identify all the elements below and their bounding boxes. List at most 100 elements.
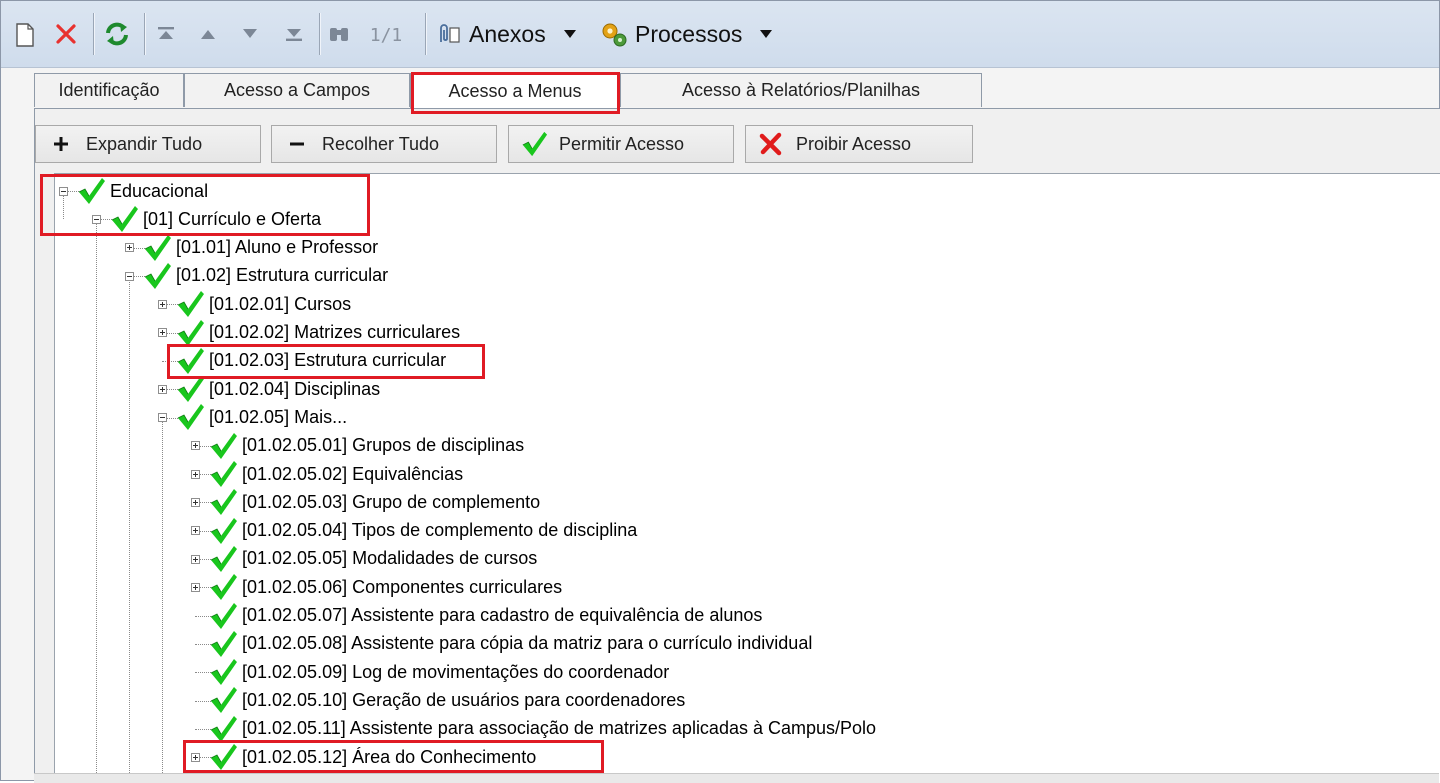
expand-node-icon[interactable] <box>191 554 200 564</box>
collapse-node-icon[interactable] <box>125 271 134 281</box>
plus-icon <box>36 136 86 152</box>
green-check-icon[interactable] <box>142 262 172 290</box>
processes-menu-button[interactable]: Processos <box>599 18 779 50</box>
tree-node[interactable]: [01.02.05.02] Equivalências <box>208 460 463 488</box>
menu-access-panel: Expandir Tudo Recolher Tudo Permitir Ace… <box>34 109 1440 783</box>
tree-connector-line <box>129 276 130 783</box>
tree-node-label: Educacional <box>110 180 209 201</box>
green-check-icon[interactable] <box>175 347 205 375</box>
tab-acesso-campos[interactable]: Acesso a Campos <box>184 73 410 107</box>
deny-access-label: Proibir Acesso <box>796 133 912 154</box>
tree-node-label: [01.02.05.12] Área do Conhecimento <box>242 746 537 767</box>
tree-node-label: [01] Currículo e Oferta <box>143 208 322 229</box>
tree-node-label: [01.02.01] Cursos <box>209 293 352 314</box>
allow-access-button[interactable]: Permitir Acesso <box>508 125 734 163</box>
tree-node[interactable]: [01.02.05.10] Geração de usuários para c… <box>208 686 685 714</box>
allow-access-label: Permitir Acesso <box>559 133 685 154</box>
attachments-label: Anexos <box>469 20 546 47</box>
tree-node-label: [01.02.05.02] Equivalências <box>242 463 464 484</box>
green-check-icon[interactable] <box>175 319 205 347</box>
green-check-icon[interactable] <box>175 290 205 318</box>
tree-node[interactable]: [01.02.05.04] Tipos de complemento de di… <box>208 517 637 545</box>
tree-node-label: [01.02.05.11] Assistente para associação… <box>242 718 877 739</box>
green-check-icon[interactable] <box>208 715 238 743</box>
tree-node[interactable]: [01.02.05.01] Grupos de disciplinas <box>208 432 524 460</box>
expand-node-icon[interactable] <box>158 328 167 338</box>
tree-node[interactable]: [01.02.05.11] Assistente para associação… <box>208 715 876 743</box>
green-check-icon[interactable] <box>109 205 139 233</box>
expand-node-icon[interactable] <box>191 582 200 592</box>
tree-node[interactable]: [01.02.05.09] Log de movimentações do co… <box>208 658 669 686</box>
tree-node-label: [01.02.03] Estrutura curricular <box>209 350 447 371</box>
collapse-node-icon[interactable] <box>158 413 167 423</box>
tree-node[interactable]: [01.02.01] Cursos <box>175 290 351 318</box>
tree-node-label: [01.02.05.07] Assistente para cadastro d… <box>242 605 763 625</box>
attachments-menu-button[interactable]: Anexos <box>435 18 595 50</box>
expand-node-icon[interactable] <box>191 497 200 507</box>
binoculars-icon[interactable] <box>324 21 354 47</box>
gears-icon <box>599 20 629 48</box>
green-check-icon[interactable] <box>208 658 238 686</box>
tab-identificacao[interactable]: Identificação <box>34 73 184 107</box>
tree-node[interactable]: [01.02.05.07] Assistente para cadastro d… <box>208 602 762 630</box>
tree-node[interactable]: Educacional <box>76 177 208 205</box>
green-check-icon[interactable] <box>142 234 172 262</box>
green-check-icon[interactable] <box>175 403 205 431</box>
tree-node-label: [01.02.05.03] Grupo de complemento <box>242 491 541 512</box>
tree-node[interactable]: [01.02.05.05] Modalidades de cursos <box>208 545 537 573</box>
tree-node[interactable]: [01] Currículo e Oferta <box>109 205 321 233</box>
green-check-icon[interactable] <box>175 375 205 403</box>
collapse-all-button[interactable]: Recolher Tudo <box>271 125 497 163</box>
next-record-icon[interactable] <box>237 21 263 47</box>
green-check-icon[interactable] <box>208 488 238 516</box>
expand-node-icon[interactable] <box>191 469 200 479</box>
tree-connector-line <box>162 417 163 783</box>
tree-node-label: [01.02.04] Disciplinas <box>209 378 381 399</box>
refresh-icon[interactable] <box>101 18 133 50</box>
collapse-node-icon[interactable] <box>92 214 101 224</box>
tree-node[interactable]: [01.02.05] Mais... <box>175 403 347 431</box>
first-record-icon[interactable] <box>151 21 181 47</box>
collapse-node-icon[interactable] <box>59 186 68 196</box>
tree-node[interactable]: [01.02.03] Estrutura curricular <box>175 347 446 375</box>
expand-node-icon[interactable] <box>191 752 200 762</box>
minus-icon <box>272 136 322 152</box>
processes-label: Processos <box>635 20 743 47</box>
tab-acesso-menus[interactable]: Acesso a Menus <box>410 73 620 109</box>
expand-node-icon[interactable] <box>191 441 200 451</box>
tree-node[interactable]: [01.02] Estrutura curricular <box>142 262 388 290</box>
green-check-icon[interactable] <box>208 432 238 460</box>
tree-node[interactable]: [01.02.04] Disciplinas <box>175 375 380 403</box>
new-document-icon[interactable] <box>11 21 39 49</box>
green-check-icon[interactable] <box>208 573 238 601</box>
horizontal-scrollbar[interactable] <box>34 773 1439 783</box>
green-check-icon[interactable] <box>208 460 238 488</box>
green-check-icon[interactable] <box>208 743 238 771</box>
previous-record-icon[interactable] <box>195 21 221 47</box>
expand-node-icon[interactable] <box>125 243 134 253</box>
deny-access-button[interactable]: Proibir Acesso <box>745 125 973 163</box>
expand-node-icon[interactable] <box>158 299 167 309</box>
green-check-icon[interactable] <box>208 630 238 658</box>
tree-node[interactable]: [01.01] Aluno e Professor <box>142 234 378 262</box>
green-check-icon[interactable] <box>76 177 106 205</box>
last-record-icon[interactable] <box>279 21 309 47</box>
tree-node-label: [01.02.05.10] Geração de usuários para c… <box>242 689 686 710</box>
tree-node-label: [01.01] Aluno e Professor <box>176 237 379 258</box>
green-check-icon[interactable] <box>208 602 238 630</box>
expand-all-button[interactable]: Expandir Tudo <box>35 125 261 163</box>
tree-node[interactable]: [01.02.05.08] Assistente para cópia da m… <box>208 630 812 658</box>
tab-acesso-relatorios[interactable]: Acesso à Relatórios/Planilhas <box>620 73 982 107</box>
tree-node[interactable]: [01.02.02] Matrizes curriculares <box>175 319 460 347</box>
green-check-icon[interactable] <box>208 517 238 545</box>
tree-node[interactable]: [01.02.05.06] Componentes curriculares <box>208 573 562 601</box>
expand-node-icon[interactable] <box>191 526 200 536</box>
expand-node-icon[interactable] <box>158 384 167 394</box>
window-frame: 1/1 Anexos Processos Identificação Acess… <box>0 0 1440 783</box>
tree-node[interactable]: [01.02.05.03] Grupo de complemento <box>208 488 540 516</box>
green-check-icon[interactable] <box>208 686 238 714</box>
tree-node[interactable]: [01.02.05.12] Área do Conhecimento <box>208 743 536 771</box>
green-check-icon[interactable] <box>208 545 238 573</box>
tree-node-label: [01.02.05.06] Componentes curriculares <box>242 576 563 597</box>
delete-icon[interactable] <box>51 19 81 49</box>
